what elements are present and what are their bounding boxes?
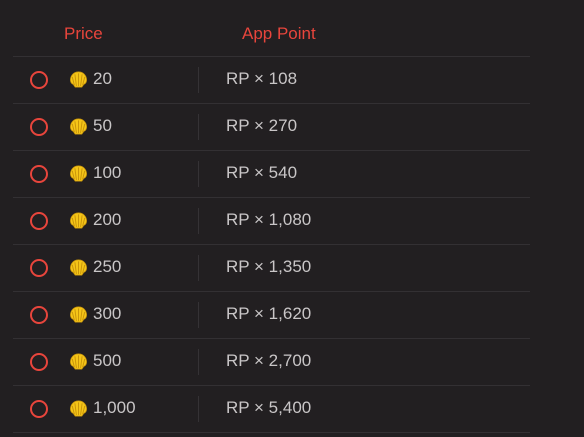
app-point-value: RP × 540 — [226, 163, 298, 182]
column-divider — [198, 255, 199, 281]
price-option-row[interactable]: 500 RP × 2,700 — [13, 339, 530, 386]
radio-button[interactable] — [30, 259, 48, 277]
radio-button[interactable] — [30, 400, 48, 418]
price-option-row[interactable]: 1,000 RP × 5,400 — [13, 386, 530, 433]
app-point-value: RP × 2,700 — [226, 351, 312, 370]
price-column-header: Price — [64, 24, 103, 43]
app-point-value: RP × 5,400 — [226, 398, 312, 417]
column-divider — [198, 208, 199, 234]
app-point-value: RP × 1,080 — [226, 210, 312, 229]
price-option-row[interactable]: 100 RP × 540 — [13, 151, 530, 198]
price-option-row[interactable]: 250 RP × 1,350 — [13, 245, 530, 292]
price-option-row[interactable]: 20 RP × 108 — [13, 57, 530, 104]
shell-coin-icon — [69, 117, 88, 136]
price-value: 1,000 — [93, 398, 136, 417]
radio-button[interactable] — [30, 212, 48, 230]
price-value: 300 — [93, 304, 122, 323]
shell-coin-icon — [69, 399, 88, 418]
price-value: 50 — [93, 116, 112, 135]
price-value: 20 — [93, 69, 112, 88]
price-table: Price App Point 20 RP × 108 50 RP × 270 … — [0, 0, 584, 437]
radio-button[interactable] — [30, 118, 48, 136]
radio-button[interactable] — [30, 165, 48, 183]
radio-button[interactable] — [30, 71, 48, 89]
table-header: Price App Point — [0, 0, 530, 56]
price-value: 200 — [93, 210, 122, 229]
shell-coin-icon — [69, 352, 88, 371]
column-divider — [198, 67, 199, 93]
shell-coin-icon — [69, 70, 88, 89]
price-value: 250 — [93, 257, 122, 276]
price-option-row[interactable]: 200 RP × 1,080 — [13, 198, 530, 245]
app-point-value: RP × 270 — [226, 116, 298, 135]
price-value: 500 — [93, 351, 122, 370]
app-point-value: RP × 108 — [226, 69, 298, 88]
column-divider — [198, 114, 199, 140]
app-point-value: RP × 1,350 — [226, 257, 312, 276]
column-divider — [198, 396, 199, 422]
price-value: 100 — [93, 163, 122, 182]
price-option-list: 20 RP × 108 50 RP × 270 100 RP × 540 200… — [13, 57, 530, 433]
column-divider — [198, 349, 199, 375]
price-option-row[interactable]: 300 RP × 1,620 — [13, 292, 530, 339]
radio-button[interactable] — [30, 306, 48, 324]
shell-coin-icon — [69, 211, 88, 230]
column-divider — [198, 302, 199, 328]
radio-button[interactable] — [30, 353, 48, 371]
column-divider — [198, 161, 199, 187]
shell-coin-icon — [69, 305, 88, 324]
shell-coin-icon — [69, 258, 88, 277]
price-option-row[interactable]: 50 RP × 270 — [13, 104, 530, 151]
app-point-value: RP × 1,620 — [226, 304, 312, 323]
app-point-column-header: App Point — [242, 24, 316, 43]
shell-coin-icon — [69, 164, 88, 183]
